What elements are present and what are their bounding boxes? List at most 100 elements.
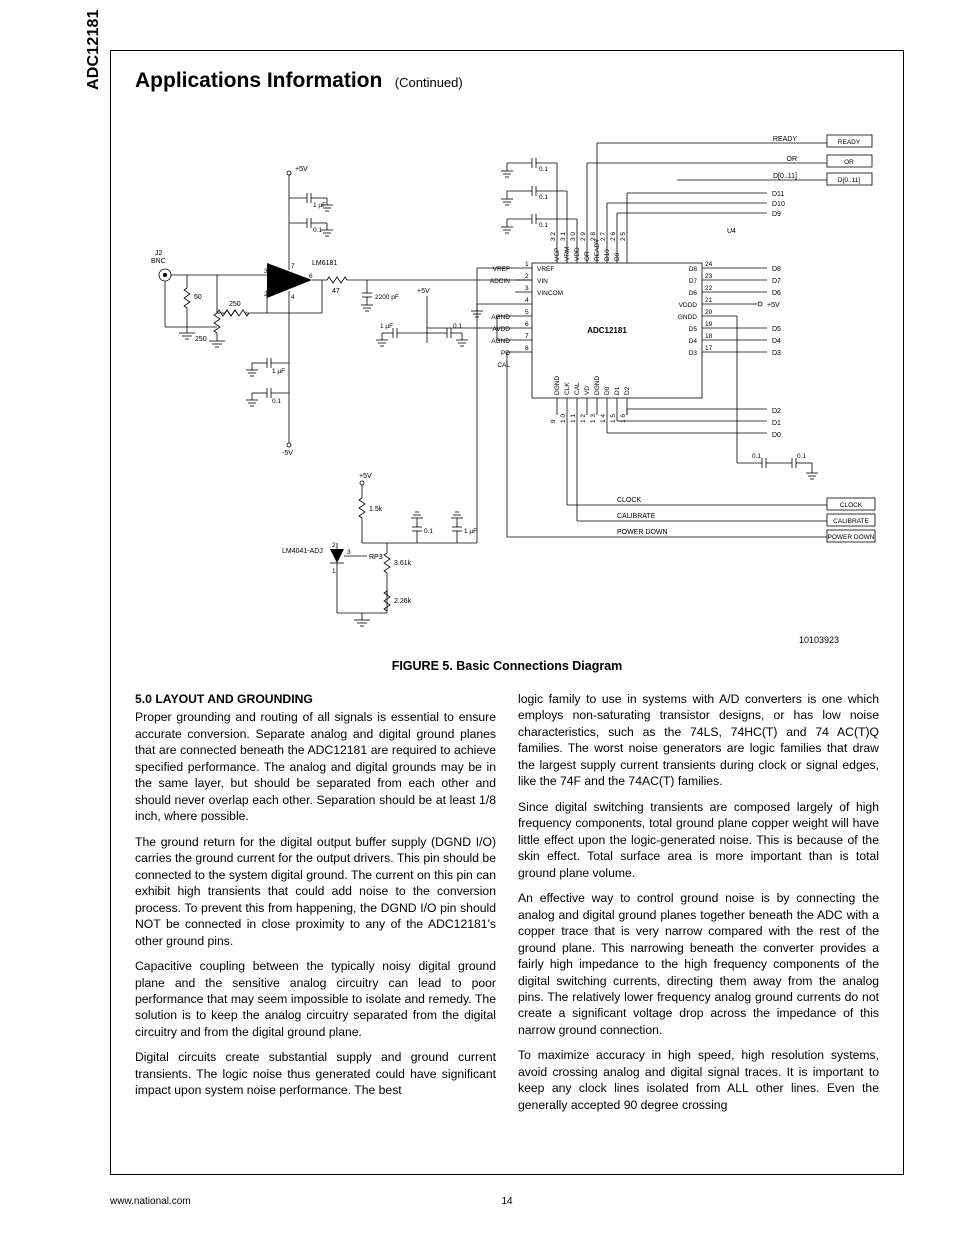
svg-text:18: 18 [705, 333, 713, 340]
svg-text:D1: D1 [772, 420, 781, 427]
svg-text:−: − [273, 288, 277, 295]
svg-text:READY: READY [773, 136, 797, 143]
svg-text:D8: D8 [689, 266, 698, 273]
svg-text:19: 19 [705, 321, 713, 328]
svg-text:+5V: +5V [417, 288, 430, 295]
svg-text:D5: D5 [772, 326, 781, 333]
svg-text:D10: D10 [772, 201, 785, 208]
svg-text:OR: OR [844, 159, 854, 166]
paragraph: Capacitive coupling between the typicall… [135, 958, 496, 1040]
svg-text:1 2: 1 2 [580, 414, 587, 423]
svg-text:0.1: 0.1 [313, 227, 322, 234]
svg-text:D5: D5 [689, 326, 698, 333]
svg-text:CLOCK: CLOCK [617, 497, 641, 504]
svg-text:J2: J2 [155, 250, 163, 257]
column-right: logic family to use in systems with A/D … [518, 691, 879, 1122]
svg-text:20: 20 [705, 309, 713, 316]
svg-text:1 3: 1 3 [590, 414, 597, 423]
svg-text:1 0: 1 0 [560, 414, 567, 423]
svg-text:1 µF: 1 µF [313, 202, 326, 209]
svg-text:4: 4 [291, 294, 295, 301]
svg-text:GNDD: GNDD [678, 314, 697, 321]
svg-text:CALIBRATE: CALIBRATE [617, 513, 656, 520]
svg-text:6: 6 [525, 321, 529, 328]
svg-text:+5V: +5V [359, 473, 372, 480]
svg-text:D0: D0 [772, 432, 781, 439]
svg-text:+: + [273, 272, 277, 279]
subsection-heading: 5.0 LAYOUT AND GROUNDING [135, 691, 496, 707]
svg-text:0.1: 0.1 [539, 222, 548, 229]
svg-text:3 0: 3 0 [570, 232, 577, 241]
svg-text:21: 21 [705, 297, 713, 304]
svg-text:2 6: 2 6 [610, 232, 617, 241]
svg-text:0.1: 0.1 [272, 398, 281, 405]
svg-text:AVDD: AVDD [492, 326, 510, 333]
svg-text:8: 8 [525, 345, 529, 352]
svg-text:17: 17 [705, 345, 713, 352]
svg-text:D10: D10 [604, 249, 611, 261]
svg-text:D4: D4 [689, 338, 698, 345]
svg-text:2 9: 2 9 [580, 232, 587, 241]
svg-text:CLOCK: CLOCK [840, 502, 863, 509]
svg-text:+5V: +5V [767, 302, 780, 309]
svg-text:22: 22 [705, 285, 713, 292]
svg-text:CAL: CAL [574, 382, 581, 395]
svg-text:1 5: 1 5 [610, 414, 617, 423]
svg-text:VINCOM: VINCOM [537, 290, 563, 297]
svg-text:250: 250 [229, 301, 241, 308]
svg-text:2.26k: 2.26k [394, 598, 412, 605]
svg-text:VDD: VDD [574, 247, 581, 261]
svg-text:1 6: 1 6 [620, 414, 627, 423]
paragraph: Proper grounding and routing of all sign… [135, 709, 496, 824]
svg-text:LM6181: LM6181 [312, 260, 337, 267]
svg-text:4: 4 [525, 297, 529, 304]
svg-text:D2: D2 [624, 386, 631, 395]
schematic-svg: J2 BNC 50 250 250 [137, 113, 877, 633]
svg-text:POWER DOWN: POWER DOWN [617, 529, 668, 536]
svg-text:+5V: +5V [295, 166, 308, 173]
svg-text:U4: U4 [727, 228, 736, 235]
svg-text:D1: D1 [614, 386, 621, 395]
paragraph: Digital circuits create substantial supp… [135, 1049, 496, 1098]
svg-text:9: 9 [550, 419, 557, 423]
svg-text:READY: READY [594, 238, 601, 261]
body-columns: 5.0 LAYOUT AND GROUNDING Proper groundin… [135, 691, 879, 1122]
svg-text:AGND: AGND [491, 338, 510, 345]
svg-text:ADC12181: ADC12181 [587, 326, 627, 335]
svg-text:1: 1 [332, 568, 336, 575]
column-left: 5.0 LAYOUT AND GROUNDING Proper groundin… [135, 691, 496, 1122]
svg-text:VDDD: VDDD [679, 302, 698, 309]
svg-text:D7: D7 [772, 278, 781, 285]
svg-text:VIN: VIN [537, 278, 548, 285]
svg-text:0.1: 0.1 [797, 453, 806, 460]
schematic-figure: J2 BNC 50 250 250 [135, 113, 879, 673]
svg-text:0.1: 0.1 [539, 194, 548, 201]
svg-text:VRM: VRM [564, 247, 571, 261]
svg-text:3.61k: 3.61k [394, 560, 412, 567]
svg-text:OR: OR [584, 251, 591, 261]
svg-text:1 µF: 1 µF [464, 528, 477, 535]
svg-text:VD: VD [584, 386, 591, 395]
svg-text:D9: D9 [772, 211, 781, 218]
svg-text:LM4041-ADJ: LM4041-ADJ [282, 548, 323, 555]
svg-text:READY: READY [838, 139, 861, 146]
page-number: 14 [501, 1196, 512, 1207]
svg-text:3: 3 [264, 268, 268, 275]
svg-text:BNC: BNC [151, 258, 166, 265]
svg-text:D[0..11]: D[0..11] [838, 177, 860, 184]
svg-text:D0: D0 [604, 386, 611, 395]
svg-text:250: 250 [195, 336, 207, 343]
part-number-sidebar: ADC12181 [85, 9, 103, 90]
svg-text:0.1: 0.1 [752, 453, 761, 460]
paragraph: Since digital switching transients are c… [518, 799, 879, 881]
svg-text:CAL: CAL [497, 362, 510, 369]
svg-text:POWER DOWN: POWER DOWN [828, 534, 875, 541]
svg-text:24: 24 [705, 261, 713, 268]
svg-text:1.5k: 1.5k [369, 506, 383, 513]
svg-text:3: 3 [525, 285, 529, 292]
svg-text:ADCIN: ADCIN [490, 278, 511, 285]
svg-text:D2: D2 [772, 408, 781, 415]
svg-text:6: 6 [309, 273, 313, 280]
svg-text:1 4: 1 4 [600, 414, 607, 423]
svg-text:D4: D4 [772, 338, 781, 345]
